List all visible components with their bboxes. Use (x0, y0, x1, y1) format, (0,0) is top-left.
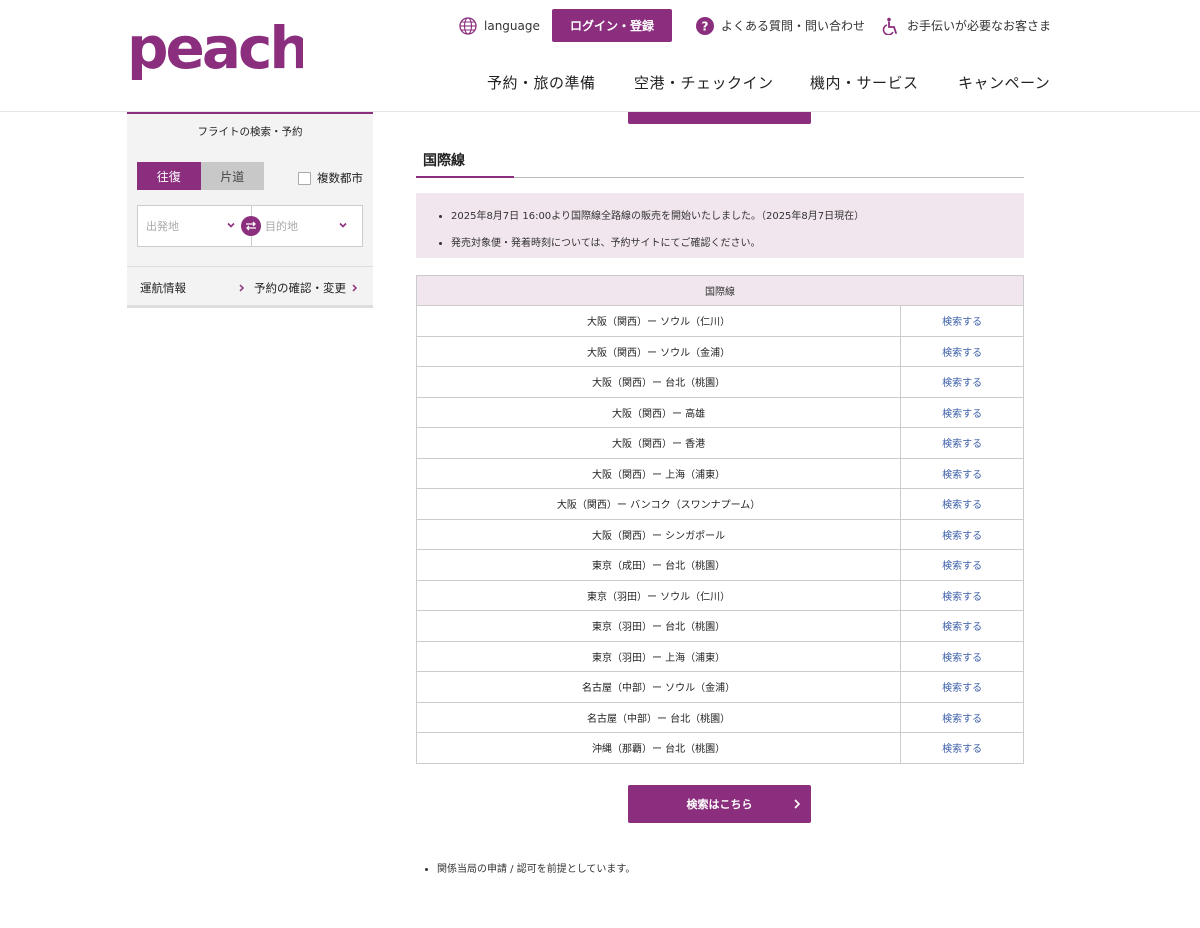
manage-booking-link[interactable]: 予約の確認・変更 (254, 280, 346, 296)
route-name: 大阪（関西）ー シンガポール (415, 518, 902, 550)
svg-text:peach: peach (127, 20, 303, 82)
search-route-link[interactable]: 検索する (900, 305, 1024, 337)
nav-inflight-service[interactable]: 機内・サービス (810, 72, 919, 93)
login-register-button[interactable]: ログイン・登録 (552, 9, 672, 42)
manage-booking-label: 予約の確認・変更 (254, 281, 346, 295)
faq-link[interactable]: ? よくある質問・問い合わせ (696, 9, 865, 42)
route-name: 東京（羽田）ー 台北（桃園） (415, 610, 902, 642)
search-here-label: 検索はこちら (686, 798, 753, 811)
table-row: 大阪（関西）ー ソウル（仁川） 検索する (415, 305, 1024, 337)
tab-international[interactable]: 国際線 (416, 150, 514, 170)
table-row: 大阪（関西）ー 香港 検索する (415, 427, 1024, 459)
route-name: 名古屋（中部）ー 台北（桃園） (415, 701, 902, 733)
globe-icon (459, 16, 477, 35)
search-route-link[interactable]: 検索する (900, 335, 1024, 367)
peach-logo[interactable]: peach (127, 20, 303, 82)
notice-box: 2025年8月7日 16:00より国際線全路線の販売を開始いたしました。（202… (416, 193, 1024, 258)
footnote: 関係当局の申請 / 認可を前提としています。 (416, 860, 635, 875)
sidebar-divider (127, 266, 373, 267)
table-row: 東京（羽田）ー 上海（浦東） 検索する (415, 640, 1024, 672)
notice-item: 発売対象便・発着時刻については、予約サイトにてご確認ください。 (451, 234, 1024, 249)
search-route-link[interactable]: 検索する (900, 671, 1024, 703)
search-route-link[interactable]: 検索する (900, 457, 1024, 489)
one-way-tab[interactable]: 片道 (200, 162, 264, 190)
search-route-link[interactable]: 検索する (900, 549, 1024, 581)
nav-campaign[interactable]: キャンペーン (958, 72, 1050, 93)
table-row: 大阪（関西）ー 台北（桃園） 検索する (415, 366, 1024, 398)
route-name: 大阪（関西）ー 台北（桃園） (415, 366, 902, 398)
table-row: 沖縄（那覇）ー 台北（桃園） 検索する (415, 732, 1024, 764)
nav-airport-checkin[interactable]: 空港・チェックイン (634, 72, 774, 93)
search-route-link[interactable]: 検索する (900, 366, 1024, 398)
chevron-right-icon (794, 799, 801, 809)
wheelchair-icon (882, 17, 897, 35)
site-header: peach language ログイン・登録 ? よくある質問・問い合わせ お手… (0, 0, 1200, 112)
destination-placeholder: 目的地 (265, 220, 298, 233)
search-route-link[interactable]: 検索する (900, 640, 1024, 672)
table-header: 国際線 (416, 275, 1024, 306)
flight-status-label: 運航情報 (140, 281, 186, 295)
assistance-label: お手伝いが必要なお客さま (907, 19, 1052, 33)
footnote-item: 関係当局の申請 / 認可を前提としています。 (437, 860, 635, 875)
tab-active-indicator (416, 176, 514, 178)
chevron-right-icon (239, 284, 245, 292)
route-name: 大阪（関西）ー 香港 (415, 427, 902, 459)
search-route-link[interactable]: 検索する (900, 701, 1024, 733)
table-row: 大阪（関西）ー シンガポール 検索する (415, 518, 1024, 550)
origin-destination-box: 出発地 目的地 (137, 205, 363, 247)
notice-item: 2025年8月7日 16:00より国際線全路線の販売を開始いたしました。（202… (451, 207, 1024, 222)
table-row: 大阪（関西）ー 高雄 検索する (415, 396, 1024, 428)
table-row: 東京（成田）ー 台北（桃園） 検索する (415, 549, 1024, 581)
route-name: 東京（羽田）ー 上海（浦東） (415, 640, 902, 672)
route-name: 大阪（関西）ー ソウル（仁川） (415, 305, 902, 337)
swap-icon[interactable] (241, 216, 261, 236)
route-name: 東京（成田）ー 台北（桃園） (415, 549, 902, 581)
route-name: 大阪（関西）ー 上海（浦東） (415, 457, 902, 489)
search-route-link[interactable]: 検索する (900, 579, 1024, 611)
trip-type-toggle: 往復 片道 (137, 162, 264, 190)
table-row: 大阪（関西）ー バンコク（スワンナプーム） 検索する (415, 488, 1024, 520)
international-routes-table: 国際線 大阪（関西）ー ソウル（仁川） 検索する 大阪（関西）ー ソウル（金浦） 検索… (415, 275, 1024, 764)
search-route-link[interactable]: 検索する (900, 518, 1024, 550)
route-name: 名古屋（中部）ー ソウル（金浦） (415, 671, 902, 703)
svg-text:?: ? (702, 19, 709, 33)
table-row: 名古屋（中部）ー 台北（桃園） 検索する (415, 701, 1024, 733)
nav-booking[interactable]: 予約・旅の準備 (487, 72, 596, 93)
route-name: 大阪（関西）ー 高雄 (415, 396, 902, 428)
table-row: 名古屋（中部）ー ソウル（金浦） 検索する (415, 671, 1024, 703)
search-route-link[interactable]: 検索する (900, 396, 1024, 428)
faq-label: よくある質問・問い合わせ (721, 19, 866, 33)
search-route-link[interactable]: 検索する (900, 610, 1024, 642)
search-here-button[interactable]: 検索はこちら (628, 785, 811, 823)
search-route-link[interactable]: 検索する (900, 427, 1024, 459)
round-trip-tab[interactable]: 往復 (137, 162, 201, 190)
language-label: language (484, 18, 540, 33)
multi-city-checkbox[interactable] (298, 171, 311, 185)
flight-search-panel: フライトの検索・予約 往復 片道 複数都市 出発地 目的地 運航情報 予約の確認… (127, 112, 373, 308)
route-name: 沖縄（那覇）ー 台北（桃園） (415, 732, 902, 764)
assistance-link[interactable]: お手伝いが必要なお客さま (882, 9, 1051, 42)
chevron-down-icon (227, 222, 235, 228)
origin-placeholder: 出発地 (146, 220, 179, 233)
question-icon: ? (696, 16, 714, 35)
table-row: 東京（羽田）ー ソウル（仁川） 検索する (415, 579, 1024, 611)
table-row: 大阪（関西）ー ソウル（金浦） 検索する (415, 335, 1024, 367)
flight-search-title: フライトの検索・予約 (197, 126, 303, 138)
table-row: 東京（羽田）ー 台北（桃園） 検索する (415, 610, 1024, 642)
chevron-right-icon (352, 284, 358, 292)
search-route-link[interactable]: 検索する (900, 488, 1024, 520)
chevron-down-icon (339, 222, 347, 228)
table-row: 大阪（関西）ー 上海（浦東） 検索する (415, 457, 1024, 489)
language-selector[interactable]: language (459, 9, 540, 42)
multi-city-label: 複数都市 (317, 171, 363, 185)
route-name: 大阪（関西）ー バンコク（スワンナプーム） (415, 488, 902, 520)
flight-status-link[interactable]: 運航情報 (140, 280, 186, 296)
top-cta-button[interactable] (628, 112, 811, 124)
route-name: 東京（羽田）ー ソウル（仁川） (415, 579, 902, 611)
search-route-link[interactable]: 検索する (900, 732, 1024, 764)
route-name: 大阪（関西）ー ソウル（金浦） (415, 335, 902, 367)
multi-city-option[interactable]: 複数都市 (298, 170, 363, 186)
